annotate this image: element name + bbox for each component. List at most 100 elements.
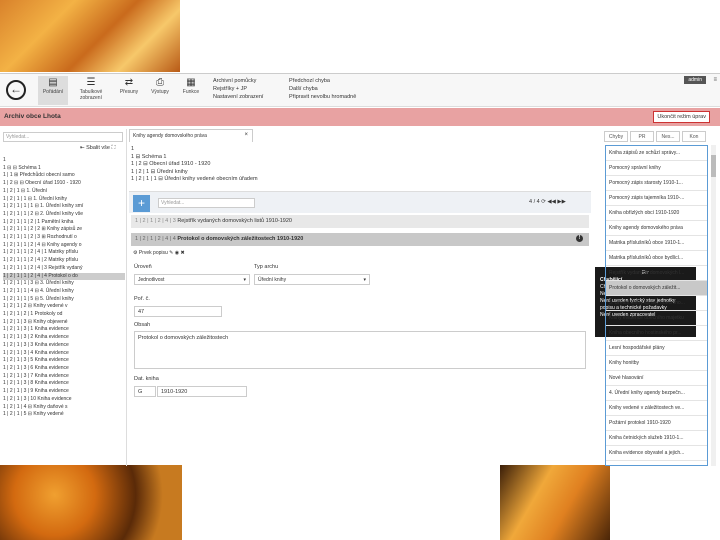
error-list-item[interactable]: Pomocný správní knihy [606, 161, 707, 176]
error-list-item[interactable]: Pomocný zápis tajemníka 1910-... [606, 191, 707, 206]
tree-node[interactable]: 1 | 2 | 1 | 1 | 2 | 4 ⊟ Knihy agendy o [3, 242, 125, 250]
toolbar-button-outputs[interactable]: ⎙ Výstupy [145, 76, 175, 105]
tree-node[interactable]: 1 | 2 | 1 | 1 | 5 ⊟ 5. Úřední knihy [3, 296, 125, 304]
tree-node[interactable]: 1 | 2 | 1 | 3 | 6 Kniha evidence [3, 365, 125, 373]
menu-item-next-error[interactable]: Další chyba [289, 85, 356, 93]
content-textarea[interactable]: Protokol o domovských záležitostech [134, 331, 586, 369]
tab-errors[interactable]: Chyby [604, 131, 628, 142]
type-label: Typ archu [254, 264, 279, 270]
error-list-item[interactable]: Lesní hospodářské plány [606, 341, 707, 356]
scrollbar-thumb[interactable] [711, 155, 716, 177]
menu-item-prepare[interactable]: Připravit nevolbu hromadně [289, 93, 356, 101]
record-row-selected[interactable]: 1 | 2 | 1 | 2 | 4 | 4 Protokol o domovsk… [131, 233, 589, 246]
tree-node[interactable]: 1 [3, 157, 125, 165]
tree-node[interactable]: 1 | 2 | 1 | 3 ⊟ Knihy objevené [3, 319, 125, 327]
record-search-input[interactable]: Vyhledat... [158, 198, 255, 208]
record-row[interactable]: 1 | 2 | 1 | 2 | 4 | 3 Rejstřík vydaných … [131, 215, 589, 228]
type-select[interactable]: Úřední knihy ▾ [254, 274, 370, 285]
toolbar-button-arrange[interactable]: ▤ Pořádání [38, 76, 68, 105]
error-info-icon[interactable]: ! [576, 235, 583, 242]
end-edit-mode-button[interactable]: Ukončit režim úprav [653, 111, 710, 123]
error-list-item[interactable]: Rejstřík vydaných domovských l... [606, 266, 707, 281]
breadcrumb-item[interactable]: 1 | 2 | 1 ⊟ Úřední knihy [131, 169, 258, 177]
tree-node[interactable]: 1 | 2 | 1 | 1 | 2 | 4 | 1 Matriky příslu [3, 249, 125, 257]
link-icon[interactable]: ✎ ◉ ✖ [169, 250, 185, 256]
breadcrumb-item[interactable]: 1 [131, 146, 258, 154]
error-list-item[interactable]: Knihy agendy domovského práva [606, 221, 707, 236]
tree-node[interactable]: 1 | 2 | 1 | 1 | 3 ⊟ 3. Úřední knihy [3, 280, 125, 288]
level-select[interactable]: Jednotlivost ▾ [134, 274, 250, 285]
error-list-item[interactable]: Kniha evidence obyvatel a jejich... [606, 446, 707, 461]
previous-icon[interactable]: ◀◀ [547, 199, 555, 205]
error-list-item[interactable]: 3. Úřední knihy správy obecního... [606, 296, 707, 311]
error-list-item[interactable]: 4. Úřední knihy agendy bezpečn... [606, 386, 707, 401]
tree-node[interactable]: 1 | 2 | 1 | 1 | 2 | 4 | 3 Rejstřík vydan… [3, 265, 125, 273]
tree-node[interactable]: 1 | 2 | 1 | 3 | 10 Kniha evidence [3, 396, 125, 404]
tree-node[interactable]: 1 | 2 ⊟ ⊟ Obecní úřad 1910 - 1920 [3, 180, 125, 188]
tree-search-input[interactable]: Vyhledat... [3, 132, 123, 142]
error-list-item[interactable]: Matrika příslušníků obce 1910-1... [606, 236, 707, 251]
hamburger-menu-icon[interactable]: ≡ [713, 77, 717, 83]
breadcrumb-item[interactable]: 1 | 2 ⊟ Obecní úřad 1910 - 1920 [131, 161, 258, 169]
menu-item-registers[interactable]: Rejstříky + JP [213, 85, 263, 93]
add-record-button[interactable]: + [133, 195, 150, 212]
error-list-item[interactable]: Kniha evidence přistěhovalých cizin... [606, 461, 707, 465]
toolbar-button-label: Výstupy [151, 89, 169, 95]
error-list-item[interactable]: Kniha obecního hostinského pr... [606, 326, 707, 341]
tree-node[interactable]: 1 | 2 | 1 | 3 | 2 Kniha evidence [3, 334, 125, 342]
next-icon[interactable]: ▶▶ [557, 199, 565, 205]
scrollbar[interactable] [711, 145, 716, 466]
error-list-item[interactable]: Protokol o domovských záležit... [606, 281, 707, 296]
menu-item-previous-error[interactable]: Předchozí chyba [289, 77, 356, 85]
order-input[interactable]: 47 [134, 306, 222, 317]
tree-node[interactable]: 1 | 2 | 1 | 1 | 2 | 3 ⊞ Rozhodnutí o [3, 234, 125, 242]
tree-node[interactable]: 1 | 2 | 1 | 1 | 1 ⊟ 1. Úřední knihy smí [3, 203, 125, 211]
toolbar-button-moves[interactable]: ⇄ Přesuny [114, 76, 144, 105]
close-icon[interactable]: × [244, 132, 248, 138]
tab-domicile-records[interactable]: Knihy agendy domovského práva × [129, 129, 253, 142]
tree-node[interactable]: 1 | 2 | 1 | 1 | 2 ⊟ 2. Úřední knihy vše [3, 211, 125, 219]
tree-node[interactable]: 1 | 1 ⊞ Předchůdci obecní samo [3, 172, 125, 180]
tree-node[interactable]: 1 | 2 | 1 | 4 ⊟ Knihy daňové s [3, 404, 125, 412]
date-type-select[interactable]: G [134, 386, 156, 397]
date-input[interactable]: 1910-1920 [157, 386, 247, 397]
tree-node[interactable]: 1 | 2 | 1 ⊟ 1. Úřední [3, 188, 125, 196]
tree-node[interactable]: 1 | 2 | 1 | 3 | 8 Kniha evidence [3, 380, 125, 388]
tree-node[interactable]: 1 | 2 | 1 | 3 | 5 Kniha evidence [3, 357, 125, 365]
menu-item-display-settings[interactable]: Nastavení zobrazení [213, 93, 263, 101]
tree-node[interactable]: 1 | 2 | 1 | 3 | 9 Kniha evidence [3, 388, 125, 396]
error-list-item[interactable]: Kniha četnických služeb 1910-1... [606, 431, 707, 446]
tab-pr[interactable]: PR [630, 131, 654, 142]
tree-node[interactable]: 1 | 2 | 1 | 1 | 2 | 4 | 2 Matriky příslu [3, 257, 125, 265]
collapse-all-button[interactable]: ⇤ Sbalit vše ⛶ [80, 145, 115, 152]
error-list-item[interactable]: Knihy evidence obecního majetku [606, 311, 707, 326]
error-list-item[interactable]: Knihy honitby [606, 356, 707, 371]
side-panel: Chyby PR Nes... Kon Kniha zápisů ze schůzí … [600, 129, 720, 466]
error-list-item[interactable]: Knihy vedené v záležitostech ve... [606, 401, 707, 416]
tree-node[interactable]: 1 | 2 | 1 | 3 | 4 Kniha evidence [3, 350, 125, 358]
tree-node[interactable]: 1 | 2 | 1 | 1 | 2 | 2 ⊞ Knihy zápisů ze [3, 226, 125, 234]
tab-nes[interactable]: Nes... [656, 131, 680, 142]
tree-node[interactable]: 1 | 2 | 1 | 5 ⊟ Knihy vedené [3, 411, 125, 419]
tree-node[interactable]: 1 | 2 | 1 | 3 | 7 Kniha evidence [3, 373, 125, 381]
toolbar-button-functions[interactable]: ▦ Funkce [176, 76, 206, 105]
menu-item-finding-aids[interactable]: Archivní pomůcky [213, 77, 263, 85]
error-list-item[interactable]: Kniha obřízlých obcí 1910-1920 [606, 206, 707, 221]
error-list-item[interactable]: Nové hlasování [606, 371, 707, 386]
error-list-item[interactable]: Matrika příslušníků obce bydlící... [606, 251, 707, 266]
tree-node[interactable]: 1 | 2 | 1 | 1 | 4 ⊟ 4. Úřední knihy [3, 288, 125, 296]
edit-icon[interactable]: ⚙ [133, 250, 137, 256]
breadcrumb-item[interactable]: 1 | 2 | 1 | 1 ⊟ Úřední knihy vedené obec… [131, 176, 258, 184]
toolbar-button-table-view[interactable]: ☰ Tabulkové zobrazení [73, 76, 109, 105]
error-list-item[interactable]: Požární protokol 1910-1920 [606, 416, 707, 431]
tab-kon[interactable]: Kon [682, 131, 706, 142]
user-badge[interactable]: admin [684, 76, 706, 84]
breadcrumb-item[interactable]: 1 ⊟ Schéma 1 [131, 154, 258, 162]
tree-node[interactable]: 1 | 2 | 1 | 3 | 3 Kniha evidence [3, 342, 125, 350]
error-list-item[interactable]: Pomocný zápis starosty 1910-1... [606, 176, 707, 191]
back-arrow-icon[interactable]: ← [6, 80, 26, 100]
tree-node[interactable]: 1 | 2 | 1 | 2 ⊟ Knihy vedené v [3, 303, 125, 311]
error-list-item[interactable]: Kniha zápisů ze schůzí správy... [606, 146, 707, 161]
tree-node[interactable]: 1 | 2 | 1 | 3 | 1 Kniha evidence [3, 326, 125, 334]
tree-node[interactable]: 1 | 2 | 1 | 2 | 1 Protokoly od [3, 311, 125, 319]
